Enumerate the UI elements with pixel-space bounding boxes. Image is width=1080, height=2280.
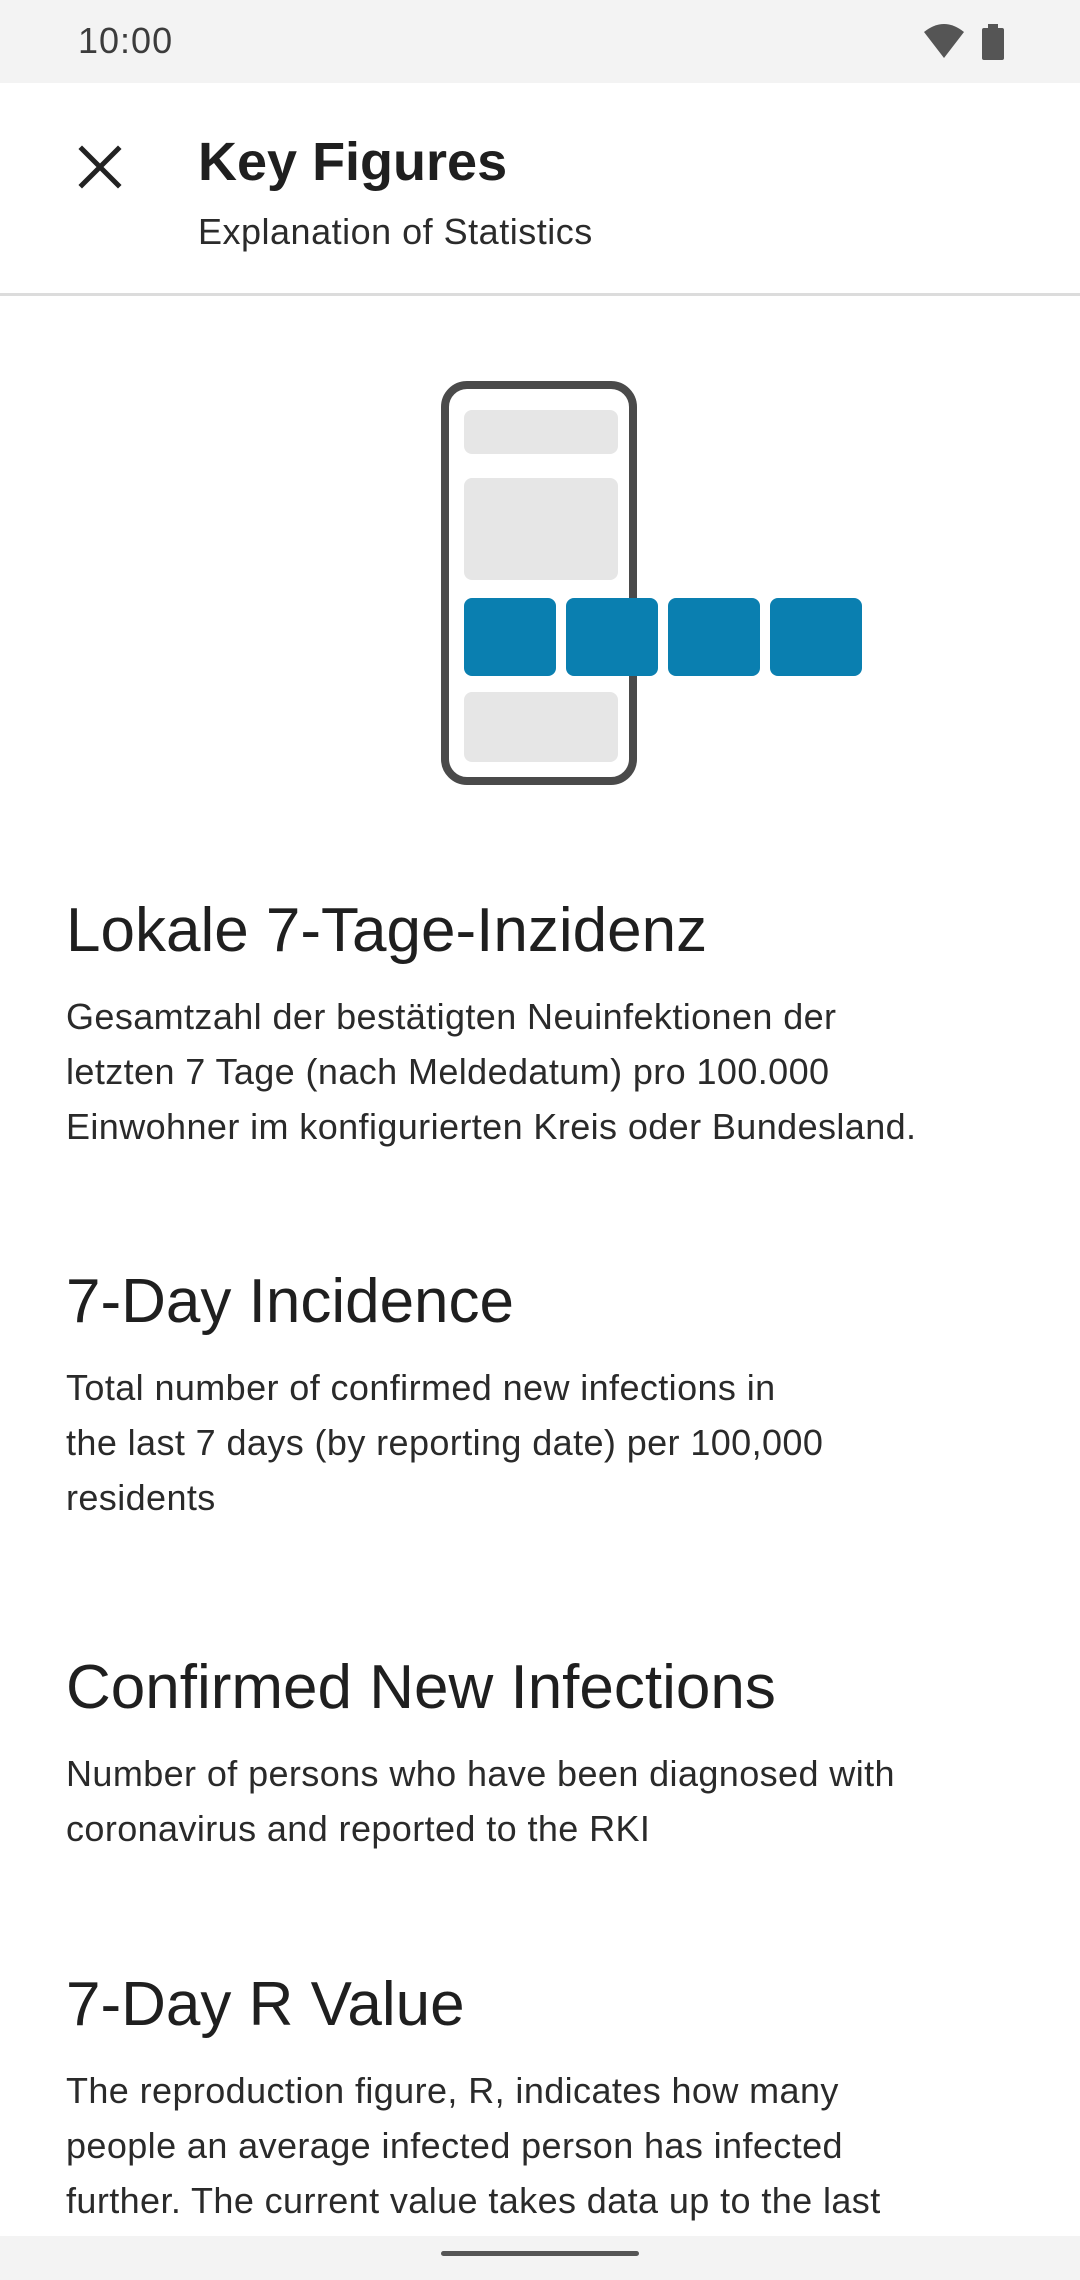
page-title: Key Figures bbox=[198, 132, 508, 192]
body-line: coronavirus and reported to the RKI bbox=[66, 1808, 651, 1849]
navigation-bar bbox=[0, 2236, 1080, 2280]
section-body: The reproduction figure, R, indicates ho… bbox=[66, 2063, 1026, 2228]
section-heading: 7-Day R Value bbox=[66, 1970, 465, 2039]
body-line: people an average infected person has in… bbox=[66, 2125, 843, 2166]
body-line: the last 7 days (by reporting date) per … bbox=[66, 1422, 824, 1463]
close-button[interactable] bbox=[60, 127, 140, 207]
wifi-icon bbox=[924, 24, 964, 58]
body-line: Number of persons who have been diagnose… bbox=[66, 1753, 895, 1794]
body-line: Total number of confirmed new infections… bbox=[66, 1367, 776, 1408]
section-7-day-r-value: 7-Day R Value The reproduction figure, R… bbox=[66, 1969, 1026, 2228]
app-bar: Key Figures Explanation of Statistics bbox=[0, 83, 1080, 296]
body-line: further. The current value takes data up… bbox=[66, 2180, 881, 2221]
battery-icon bbox=[982, 24, 1004, 60]
section-heading: Lokale 7-Tage-Inzidenz bbox=[66, 896, 708, 965]
phone-key-figures-illustration bbox=[441, 381, 862, 785]
home-indicator[interactable] bbox=[441, 2251, 639, 2256]
section-body: Total number of confirmed new infections… bbox=[66, 1360, 1026, 1525]
section-7-day-incidence: 7-Day Incidence Total number of confirme… bbox=[66, 1266, 1026, 1525]
body-line: letzten 7 Tage (nach Meldedatum) pro 100… bbox=[66, 1051, 830, 1092]
close-icon bbox=[78, 145, 122, 189]
section-heading: Confirmed New Infections bbox=[66, 1653, 776, 1722]
section-body: Number of persons who have been diagnose… bbox=[66, 1746, 1026, 1856]
body-line: residents bbox=[66, 1477, 216, 1518]
body-line: Einwohner im konfigurierten Kreis oder B… bbox=[66, 1106, 917, 1147]
page-subtitle: Explanation of Statistics bbox=[198, 211, 593, 252]
body-line: Gesamtzahl der bestätigten Neuinfektione… bbox=[66, 996, 837, 1037]
section-confirmed-new-infections: Confirmed New Infections Number of perso… bbox=[66, 1652, 1026, 1856]
status-time: 10:00 bbox=[78, 20, 174, 61]
body-line: The reproduction figure, R, indicates ho… bbox=[66, 2070, 839, 2111]
status-bar: 10:00 bbox=[0, 0, 1080, 83]
section-heading: 7-Day Incidence bbox=[66, 1267, 515, 1336]
section-body: Gesamtzahl der bestätigten Neuinfektione… bbox=[66, 989, 1026, 1154]
section-local-incidence: Lokale 7-Tage-Inzidenz Gesamtzahl der be… bbox=[66, 895, 1026, 1154]
